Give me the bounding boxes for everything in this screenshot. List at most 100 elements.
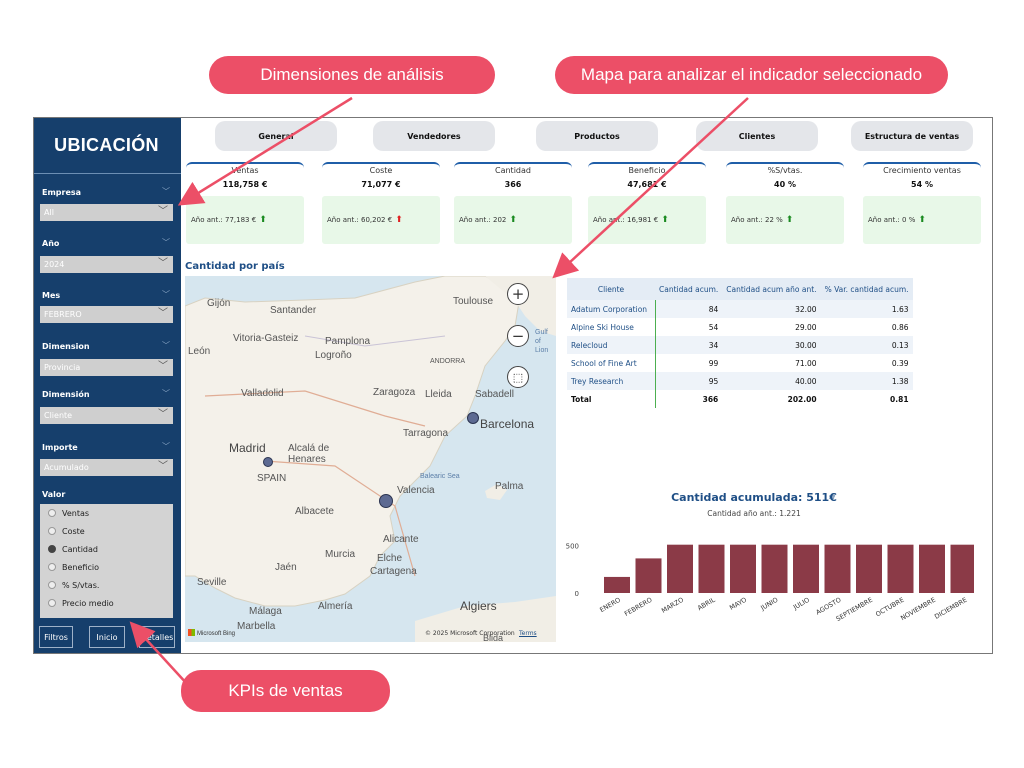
bar[interactable] <box>698 544 725 593</box>
arrow-up-icon: ⬆ <box>259 215 267 225</box>
clientes-table: Cliente Cantidad acum. Cantidad acum año… <box>567 278 913 408</box>
x-tick-label: ENERO <box>598 596 622 614</box>
map-bubble-valencia[interactable] <box>379 494 393 508</box>
inicio-button[interactable]: Inicio <box>89 626 125 648</box>
bar[interactable] <box>793 544 819 593</box>
filter-label-dimension: Dimension ﹀ <box>42 341 170 351</box>
kpi-prev-s-vtas: Año ant.: 22 % ⬆ <box>726 196 844 244</box>
x-tick-label: MARZO <box>660 596 685 615</box>
chevron-down-icon: ﹀ <box>158 361 168 372</box>
bar[interactable] <box>887 544 914 593</box>
radio-s-vtas[interactable]: % S/vtas. <box>48 581 99 590</box>
map-label: Santander <box>270 305 317 316</box>
map-label: Valencia <box>397 485 435 496</box>
filter-select-importe[interactable]: Acumulado ﹀ <box>40 459 173 476</box>
map-terms-link[interactable]: Terms <box>519 630 537 637</box>
tab-general[interactable]: General <box>215 121 337 151</box>
map-label: Madrid <box>229 441 266 455</box>
x-tick-label: JULIO <box>791 596 811 612</box>
table-row[interactable]: Relecloud 34 30.00 0.13 <box>567 336 913 354</box>
radio-selected-icon <box>48 545 56 553</box>
filtros-button[interactable]: Filtros <box>39 626 73 648</box>
table-row[interactable]: Adatum Corporation 84 32.00 1.63 <box>567 300 913 318</box>
kpi-prev-beneficio: Año ant.: 16,981 € ⬆ <box>588 196 706 244</box>
map-label: Jaén <box>275 562 297 573</box>
x-tick-label: DICIEMBRE <box>933 596 968 621</box>
radio-icon <box>48 563 56 571</box>
filter-label-importe: Importe ﹀ <box>42 442 170 452</box>
column-header[interactable]: Cliente <box>567 278 655 300</box>
chevron-down-icon: ﹀ <box>158 409 168 420</box>
filter-select-dimension-2[interactable]: Cliente ﹀ <box>40 407 173 424</box>
kpi-s-vtas: %S/vtas. 40 % <box>726 162 844 189</box>
tab-clientes[interactable]: Clientes <box>696 121 818 151</box>
bar[interactable] <box>635 558 662 593</box>
tab-vendedores[interactable]: Vendedores <box>373 121 495 151</box>
map-label: Vitoria-Gasteiz <box>233 333 299 344</box>
zoom-out-icon[interactable]: − <box>507 325 529 347</box>
radio-icon <box>48 581 56 589</box>
table-row[interactable]: Trey Research 95 40.00 1.38 <box>567 372 913 390</box>
arrow-up-red-icon: ⬆ <box>395 215 403 225</box>
bar[interactable] <box>667 544 693 593</box>
filter-select-mes[interactable]: FEBRERO ﹀ <box>40 306 173 323</box>
map-bubble-madrid[interactable] <box>263 457 273 467</box>
column-header[interactable]: % Var. cantidad acum. <box>820 278 913 300</box>
map-bubble-barcelona[interactable] <box>467 412 479 424</box>
radio-ventas[interactable]: Ventas <box>48 509 89 518</box>
bar[interactable] <box>919 544 945 593</box>
valor-radio-group: Ventas Coste Cantidad Beneficio % S/vtas… <box>40 504 173 618</box>
map-label: Alcalá de Henares <box>288 443 330 465</box>
y-tick-label: 0 <box>575 590 579 598</box>
kpi-prev-coste: Año ant.: 60,202 € ⬆ <box>322 196 440 244</box>
bar[interactable] <box>950 544 975 593</box>
column-header[interactable]: Cantidad acum. <box>655 278 723 300</box>
map-label: Gulf of Lion <box>535 329 549 354</box>
radio-icon <box>48 599 56 607</box>
bar[interactable] <box>761 544 788 593</box>
map-label: Toulouse <box>453 296 494 307</box>
column-header[interactable]: Cantidad acum año ant. <box>722 278 821 300</box>
tab-productos[interactable]: Productos <box>536 121 658 151</box>
map-background <box>185 276 556 642</box>
filter-label-ano: Año ﹀ <box>42 238 170 248</box>
table-row[interactable]: School of Fine Art 99 71.00 0.39 <box>567 354 913 372</box>
kpi-prev-crecimiento: Año ant.: 0 % ⬆ <box>863 196 981 244</box>
radio-beneficio[interactable]: Beneficio <box>48 563 99 572</box>
map-label: Marbella <box>237 621 276 632</box>
radio-cantidad[interactable]: Cantidad <box>48 545 98 554</box>
map-label: Elche <box>377 553 403 564</box>
map-label: Logroño <box>315 350 352 361</box>
filter-label-empresa: Empresa ﹀ <box>42 187 170 197</box>
filter-select-ano[interactable]: 2024 ﹀ <box>40 256 173 273</box>
tab-estructura-ventas[interactable]: Estructura de ventas <box>851 121 973 151</box>
zoom-in-icon[interactable]: + <box>507 283 529 305</box>
chart-subtitle: Cantidad año ant.: 1.221 <box>707 509 801 518</box>
filter-select-empresa[interactable]: All ﹀ <box>40 204 173 221</box>
bar[interactable] <box>824 544 851 593</box>
map-visual[interactable]: Gijón Santander Toulouse Vitoria-Gasteiz… <box>185 276 556 642</box>
select-area-icon[interactable]: ⬚ <box>507 366 529 388</box>
table-row[interactable]: Alpine Ski House 54 29.00 0.86 <box>567 318 913 336</box>
bar[interactable] <box>730 544 756 593</box>
kpi-ventas: Ventas 118,758 € <box>186 162 304 189</box>
bar[interactable] <box>604 576 630 593</box>
table-total-row: Total 366 202.00 0.81 <box>567 390 913 408</box>
filter-select-dimension[interactable]: Provincia ﹀ <box>40 359 173 376</box>
map-label: Almería <box>318 601 353 612</box>
bar[interactable] <box>856 544 882 593</box>
arrow-up-icon: ⬆ <box>785 215 794 225</box>
map-label: Lleida <box>425 389 452 400</box>
map-label: Valladolid <box>241 388 284 399</box>
x-tick-label: ABRIL <box>696 596 717 613</box>
monthly-bar-chart[interactable]: 500 0 ENERO FEBRERO MARZO ABRIL MAYO JUNIO JULIO… <box>559 528 974 643</box>
radio-icon <box>48 527 56 535</box>
radio-precio-medio[interactable]: Precio medio <box>48 599 114 608</box>
detalles-button[interactable]: Detalles <box>139 626 175 648</box>
kpi-prev-cantidad: Año ant.: 202 ⬆ <box>454 196 572 244</box>
chevron-down-icon: ﹀ <box>158 308 168 319</box>
radio-coste[interactable]: Coste <box>48 527 85 536</box>
map-label: Algiers <box>460 599 497 613</box>
map-label: Murcia <box>325 549 356 560</box>
map-label: Barcelona <box>480 417 535 431</box>
